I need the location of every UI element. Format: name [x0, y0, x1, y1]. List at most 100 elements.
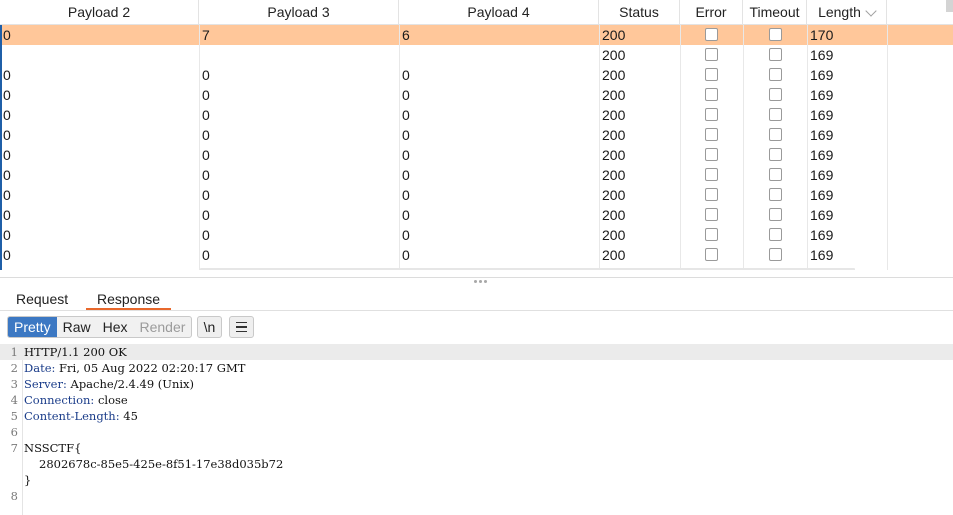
raw-button[interactable]: Raw	[57, 317, 97, 337]
pretty-button[interactable]: Pretty	[8, 317, 57, 337]
error-checkbox[interactable]	[705, 128, 718, 141]
length-cell: 169	[810, 127, 834, 143]
payload-2-cell: 0	[3, 167, 11, 183]
error-checkbox[interactable]	[705, 28, 718, 41]
column-header-payload-4[interactable]: Payload 4	[399, 0, 599, 25]
header-value: Apache/2.4.49 (Unix)	[66, 377, 195, 391]
code-line: 1 HTTP/1.1 200 OK	[0, 344, 953, 360]
payload-2-cell: 0	[3, 127, 11, 143]
column-divider	[599, 25, 600, 270]
timeout-checkbox[interactable]	[769, 28, 782, 41]
timeout-checkbox[interactable]	[769, 68, 782, 81]
error-checkbox[interactable]	[705, 88, 718, 101]
timeout-checkbox[interactable]	[769, 168, 782, 181]
timeout-checkbox[interactable]	[769, 48, 782, 61]
column-header-status[interactable]: Status	[599, 0, 680, 25]
length-cell: 169	[810, 207, 834, 223]
timeout-checkbox[interactable]	[769, 228, 782, 241]
response-toolbar: Pretty Raw Hex Render \n	[0, 314, 953, 340]
table-row[interactable]: 200 169	[0, 45, 953, 65]
table-row[interactable]: 0 0 0 200 169	[0, 145, 953, 165]
column-header-error[interactable]: Error	[680, 0, 743, 25]
header-value: 45	[119, 409, 138, 423]
hex-button[interactable]: Hex	[97, 317, 134, 337]
table-header: Payload 2 Payload 3 Payload 4 Status Err…	[0, 0, 953, 25]
message-tabs: Request Response	[0, 284, 953, 311]
error-checkbox[interactable]	[705, 68, 718, 81]
header-name: Date	[24, 361, 52, 375]
status-cell: 200	[602, 27, 626, 43]
line-number: 7	[10, 441, 18, 455]
column-header-payload-2[interactable]: Payload 2	[0, 0, 199, 25]
table-row[interactable]: 0 7 6 200 170	[0, 25, 953, 45]
error-checkbox[interactable]	[705, 248, 718, 261]
length-cell: 169	[810, 67, 834, 83]
vertical-scrollbar[interactable]	[946, 0, 953, 12]
code-line: 4 Connection: close	[0, 392, 953, 408]
payload-2-cell: 0	[3, 247, 11, 263]
response-editor[interactable]: 1 HTTP/1.1 200 OK 2 Date: Fri, 05 Aug 2022 …	[0, 344, 953, 515]
timeout-checkbox[interactable]	[769, 128, 782, 141]
code-line: 2 Date: Fri, 05 Aug 2022 02:20:17 GMT	[0, 360, 953, 376]
code-line: 3 Server: Apache/2.4.49 (Unix)	[0, 376, 953, 392]
newline-toggle-button[interactable]: \n	[197, 316, 222, 338]
payload-4-cell: 0	[402, 127, 410, 143]
payload-2-cell: 0	[3, 67, 11, 83]
drag-handle-icon[interactable]	[474, 280, 488, 283]
payload-4-cell: 0	[402, 227, 410, 243]
table-row[interactable]: 0 0 0 200 169	[0, 125, 953, 145]
column-header-payload-3[interactable]: Payload 3	[199, 0, 399, 25]
timeout-checkbox[interactable]	[769, 208, 782, 221]
table-row[interactable]: 0 0 0 200 169	[0, 105, 953, 125]
column-label: Status	[619, 4, 659, 20]
column-header-length[interactable]: Length	[807, 0, 887, 25]
error-checkbox[interactable]	[705, 148, 718, 161]
payload-2-cell: 0	[3, 227, 11, 243]
table-row[interactable]: 0 0 0 200 169	[0, 65, 953, 85]
tab-response[interactable]: Response	[86, 288, 172, 310]
table-row[interactable]: 0 0 0 200 169	[0, 225, 953, 245]
length-cell: 169	[810, 87, 834, 103]
error-checkbox[interactable]	[705, 108, 718, 121]
status-cell: 200	[602, 167, 626, 183]
column-divider	[743, 25, 744, 270]
column-label: Timeout	[749, 4, 800, 20]
line-number: 2	[10, 361, 18, 375]
menu-button[interactable]	[229, 316, 254, 338]
status-cell: 200	[602, 187, 626, 203]
table-row[interactable]: 0 0 0 200 169	[0, 165, 953, 185]
error-checkbox[interactable]	[705, 208, 718, 221]
column-divider	[807, 25, 808, 270]
payload-2-cell: 0	[3, 147, 11, 163]
error-checkbox[interactable]	[705, 188, 718, 201]
error-checkbox[interactable]	[705, 48, 718, 61]
table-row[interactable]: 0 0 0 200 169	[0, 85, 953, 105]
payload-3-cell: 0	[202, 87, 210, 103]
tab-request[interactable]: Request	[16, 288, 68, 310]
timeout-checkbox[interactable]	[769, 88, 782, 101]
length-cell: 170	[810, 27, 834, 43]
status-cell: 200	[602, 107, 626, 123]
focus-edge	[0, 25, 2, 270]
table-row[interactable]: 0 0 0 200 169	[0, 245, 953, 265]
error-checkbox[interactable]	[705, 168, 718, 181]
horizontal-scrollbar[interactable]	[200, 268, 855, 270]
timeout-checkbox[interactable]	[769, 148, 782, 161]
column-divider	[199, 25, 200, 270]
error-checkbox[interactable]	[705, 228, 718, 241]
payload-3-cell: 0	[202, 207, 210, 223]
timeout-checkbox[interactable]	[769, 248, 782, 261]
payload-4-cell: 0	[402, 167, 410, 183]
render-button[interactable]: Render	[134, 317, 192, 337]
pane-splitter[interactable]	[0, 277, 953, 284]
column-header-timeout[interactable]: Timeout	[743, 0, 807, 25]
line-number: 1	[10, 345, 18, 359]
table-row[interactable]: 0 0 0 200 169	[0, 185, 953, 205]
code-text: Content-Length: 45	[24, 408, 138, 424]
line-number: 5	[10, 409, 18, 423]
timeout-checkbox[interactable]	[769, 188, 782, 201]
results-table: Payload 2 Payload 3 Payload 4 Status Err…	[0, 0, 953, 270]
table-row[interactable]: 0 0 0 200 169	[0, 205, 953, 225]
payload-4-cell: 0	[402, 187, 410, 203]
timeout-checkbox[interactable]	[769, 108, 782, 121]
